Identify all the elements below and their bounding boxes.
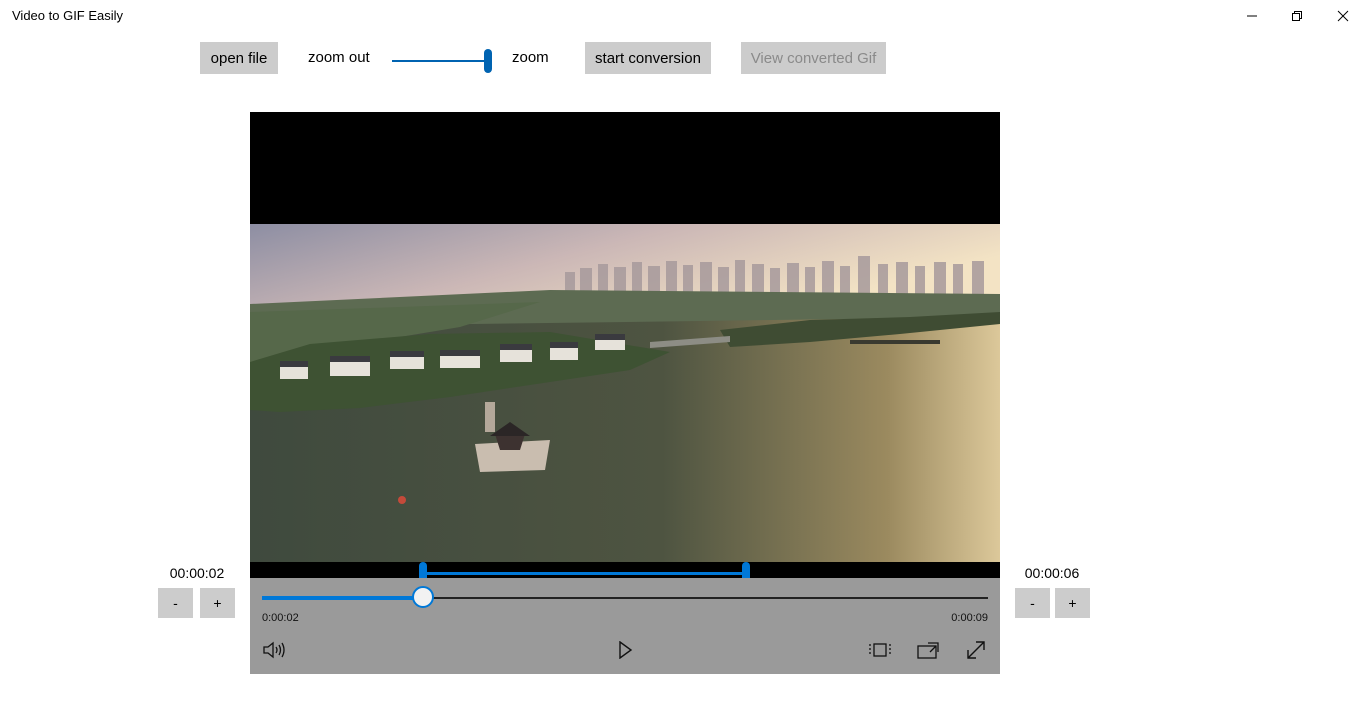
- app-title: Video to GIF Easily: [12, 8, 124, 23]
- range-start-decrement-button[interactable]: -: [158, 588, 193, 618]
- fullscreen-button[interactable]: [962, 636, 990, 664]
- video-display[interactable]: [250, 112, 1000, 562]
- close-button[interactable]: [1320, 0, 1366, 32]
- seek-bar-progress: [262, 596, 424, 600]
- range-end-increment-button[interactable]: +: [1055, 588, 1090, 618]
- volume-button[interactable]: [260, 636, 288, 664]
- media-transport-controls: 0:00:02 0:00:09: [250, 578, 1000, 674]
- minimize-button[interactable]: [1229, 0, 1275, 32]
- aspect-ratio-icon: [869, 643, 891, 657]
- range-end-time: 00:00:06: [1024, 565, 1080, 581]
- seek-bar-thumb[interactable]: [412, 586, 435, 608]
- zoom-slider-thumb[interactable]: [484, 49, 492, 73]
- volume-icon: [263, 641, 285, 659]
- play-icon: [619, 641, 633, 659]
- minimize-icon: [1247, 15, 1257, 17]
- close-icon: [1337, 10, 1349, 22]
- restore-icon: [1292, 11, 1302, 21]
- fullscreen-icon: [967, 641, 985, 659]
- zoom-slider[interactable]: [392, 48, 492, 74]
- zoom-slider-track: [392, 60, 484, 62]
- start-conversion-button[interactable]: start conversion: [585, 42, 711, 74]
- range-start-time: 00:00:02: [169, 565, 225, 581]
- zoom-label: zoom: [512, 49, 549, 66]
- open-file-button[interactable]: open file: [200, 42, 278, 74]
- play-button[interactable]: [611, 636, 639, 664]
- range-selection-line: [423, 572, 746, 575]
- current-time: 0:00:02: [262, 612, 299, 624]
- cast-icon: [917, 642, 939, 659]
- zoom-out-label: zoom out: [308, 49, 370, 66]
- range-start-increment-button[interactable]: +: [200, 588, 235, 618]
- range-selector[interactable]: [250, 562, 1000, 584]
- aspect-ratio-button[interactable]: [866, 636, 894, 664]
- restore-button[interactable]: [1274, 0, 1320, 32]
- total-duration: 0:00:09: [951, 612, 988, 624]
- view-converted-gif-button: View converted Gif: [741, 42, 886, 74]
- video-frame-image: [250, 112, 1000, 562]
- cast-button[interactable]: [914, 636, 942, 664]
- range-end-decrement-button[interactable]: -: [1015, 588, 1050, 618]
